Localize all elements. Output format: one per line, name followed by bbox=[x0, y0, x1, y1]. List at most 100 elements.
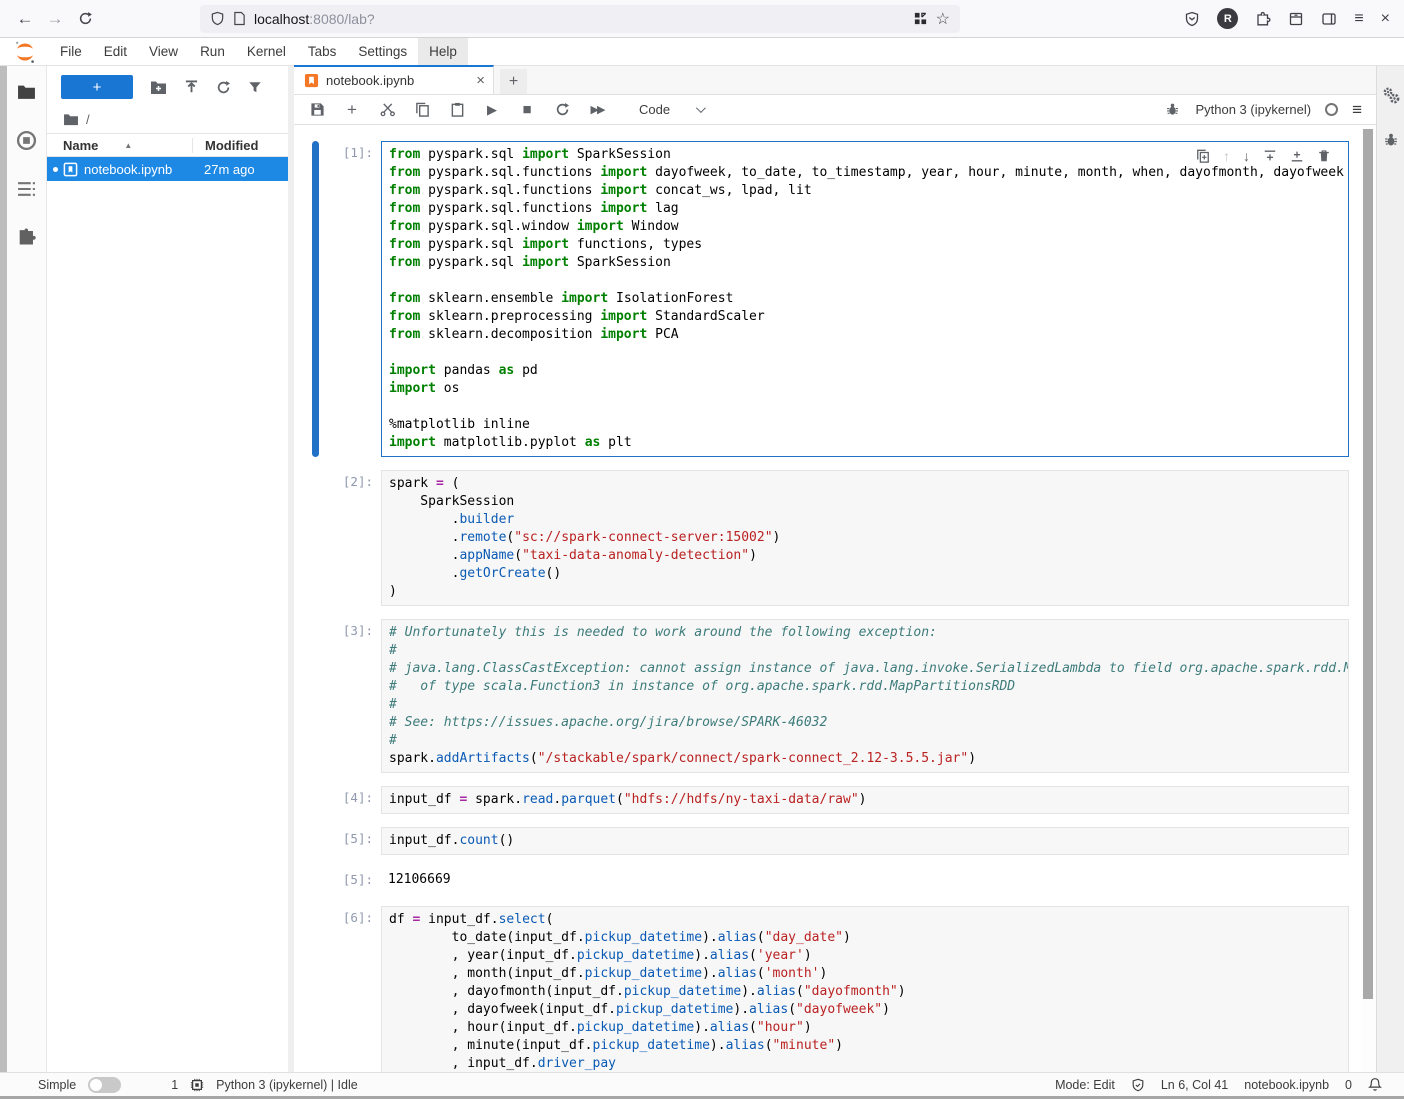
simple-mode-toggle[interactable] bbox=[88, 1077, 121, 1093]
running-kernels-icon[interactable] bbox=[16, 130, 37, 151]
back-icon[interactable]: ← bbox=[10, 5, 40, 33]
file-modified: 27m ago bbox=[192, 162, 288, 177]
forward-icon[interactable]: → bbox=[40, 5, 70, 33]
status-bar: Simple 1 Python 3 (ipykernel) | Idle Mod… bbox=[0, 1072, 1404, 1099]
cell-collapser[interactable] bbox=[312, 906, 319, 1072]
trust-shield-icon[interactable] bbox=[1131, 1078, 1145, 1092]
table-of-contents-icon[interactable] bbox=[17, 181, 36, 197]
cell-collapser[interactable] bbox=[312, 619, 319, 773]
url-bar[interactable]: localhost:8080/lab? ☆ bbox=[200, 5, 960, 33]
save-icon[interactable] bbox=[308, 102, 326, 117]
property-inspector-icon[interactable] bbox=[1382, 86, 1400, 104]
scrollbar-thumb[interactable] bbox=[1363, 129, 1373, 999]
tab-notebook[interactable]: notebook.ipynb × bbox=[294, 65, 494, 94]
cell-output: 12106669 bbox=[381, 868, 1349, 893]
new-folder-icon[interactable] bbox=[150, 80, 167, 95]
column-header-name[interactable]: Name▲ bbox=[63, 138, 192, 153]
code-cell: [4]:input_df = spark.read.parquet("hdfs:… bbox=[294, 786, 1361, 814]
activity-bar bbox=[7, 66, 47, 1072]
menu-settings[interactable]: Settings bbox=[347, 38, 418, 66]
menu-help[interactable]: Help bbox=[418, 38, 468, 66]
sort-ascending-icon: ▲ bbox=[124, 141, 132, 150]
extensions-icon[interactable] bbox=[1255, 11, 1271, 27]
tracking-shield-icon[interactable] bbox=[210, 11, 225, 26]
kernel-chip-icon[interactable] bbox=[190, 1078, 204, 1092]
notebook-panel: notebook.ipynb × + + ▶ ■ ▶▶ bbox=[294, 66, 1376, 1072]
move-cell-down-icon[interactable]: ↓ bbox=[1243, 148, 1250, 164]
cell-collapser[interactable] bbox=[312, 827, 319, 855]
code-editor[interactable]: input_df = spark.read.parquet("hdfs://hd… bbox=[381, 786, 1349, 814]
cell-collapser[interactable] bbox=[312, 868, 319, 893]
cursor-position[interactable]: Ln 6, Col 41 bbox=[1161, 1078, 1228, 1092]
grid-arrow-icon[interactable] bbox=[913, 11, 928, 26]
filter-icon[interactable] bbox=[248, 80, 262, 94]
new-launcher-button[interactable]: + bbox=[61, 75, 133, 99]
menu-edit[interactable]: Edit bbox=[93, 38, 138, 66]
tab-close-icon[interactable]: × bbox=[476, 72, 485, 89]
pocket-icon[interactable] bbox=[1184, 11, 1200, 27]
add-cell-icon[interactable]: + bbox=[343, 100, 361, 120]
run-cell-icon[interactable]: ▶ bbox=[483, 102, 501, 118]
restart-kernel-icon[interactable] bbox=[553, 102, 571, 117]
menu-run[interactable]: Run bbox=[189, 38, 236, 66]
close-icon[interactable]: × bbox=[1381, 10, 1390, 28]
menu-kernel[interactable]: Kernel bbox=[236, 38, 297, 66]
kernel-name[interactable]: Python 3 (ipykernel) bbox=[1195, 102, 1311, 117]
debugger-bug-icon[interactable] bbox=[1163, 102, 1181, 117]
new-tab-button[interactable]: + bbox=[500, 69, 527, 94]
execution-count: [4]: bbox=[319, 786, 381, 814]
cell-type-dropdown[interactable]: Code bbox=[639, 102, 703, 117]
refresh-icon[interactable] bbox=[216, 80, 231, 95]
code-editor[interactable]: input_df.count() bbox=[381, 827, 1349, 855]
execution-count: [5]: bbox=[319, 868, 381, 893]
notification-count[interactable]: 0 bbox=[1345, 1078, 1352, 1092]
bell-icon[interactable] bbox=[1368, 1077, 1382, 1092]
code-editor[interactable]: from pyspark.sql import SparkSessionfrom… bbox=[381, 141, 1349, 457]
notebook-menu-icon[interactable]: ≡ bbox=[1352, 100, 1362, 120]
cell-collapser[interactable] bbox=[312, 470, 319, 606]
cell-collapser[interactable] bbox=[312, 786, 319, 814]
file-row-selected[interactable]: notebook.ipynb 27m ago bbox=[47, 157, 288, 181]
kernel-status-text[interactable]: Python 3 (ipykernel) | Idle bbox=[216, 1078, 358, 1092]
menu-file[interactable]: File bbox=[49, 38, 93, 66]
open-file-dot bbox=[53, 167, 58, 172]
cut-cells-icon[interactable] bbox=[378, 102, 396, 117]
url-text[interactable]: localhost:8080/lab? bbox=[254, 11, 905, 27]
restart-run-all-icon[interactable]: ▶▶ bbox=[588, 103, 606, 116]
reload-icon[interactable] bbox=[70, 5, 100, 33]
move-cell-up-icon[interactable]: ↑ bbox=[1223, 148, 1230, 164]
output-area: [5]:12106669 bbox=[294, 868, 1361, 893]
copy-cells-icon[interactable] bbox=[413, 102, 431, 117]
execution-count: [3]: bbox=[319, 619, 381, 773]
file-browser-icon[interactable] bbox=[17, 84, 36, 100]
code-cell: [1]:from pyspark.sql import SparkSession… bbox=[294, 141, 1361, 457]
sidebar-toggle-icon[interactable] bbox=[1321, 11, 1337, 27]
menu-view[interactable]: View bbox=[138, 38, 189, 66]
insert-cell-above-icon[interactable] bbox=[1263, 149, 1277, 163]
code-editor[interactable]: # Unfortunately this is needed to work a… bbox=[381, 619, 1349, 773]
code-editor[interactable]: df = input_df.select( to_date(input_df.p… bbox=[381, 906, 1349, 1072]
container-box-icon[interactable] bbox=[1288, 11, 1304, 27]
delete-cell-icon[interactable] bbox=[1317, 149, 1331, 163]
debugger-sidebar-icon[interactable] bbox=[1383, 132, 1399, 148]
notebook-scrollbar[interactable] bbox=[1361, 125, 1376, 1072]
column-header-modified[interactable]: Modified bbox=[192, 138, 288, 153]
duplicate-cell-icon[interactable] bbox=[1196, 149, 1210, 163]
breadcrumb[interactable]: / bbox=[47, 106, 288, 133]
page-info-icon[interactable] bbox=[233, 11, 246, 26]
mode-indicator[interactable]: Mode: Edit bbox=[1055, 1078, 1115, 1092]
app-menu-icon[interactable]: ≡ bbox=[1354, 10, 1363, 28]
interrupt-kernel-icon[interactable]: ■ bbox=[518, 101, 536, 118]
extension-manager-icon[interactable] bbox=[18, 227, 36, 245]
upload-icon[interactable] bbox=[184, 80, 199, 95]
bookmark-star-icon[interactable]: ☆ bbox=[936, 9, 950, 29]
profile-avatar[interactable]: R bbox=[1217, 8, 1238, 29]
right-sidebar bbox=[1376, 66, 1404, 1072]
menu-tabs[interactable]: Tabs bbox=[297, 38, 348, 66]
paste-cells-icon[interactable] bbox=[448, 102, 466, 117]
code-editor[interactable]: spark = ( SparkSession .builder .remote(… bbox=[381, 470, 1349, 606]
cell-collapser[interactable] bbox=[312, 141, 319, 457]
notebook-tab-icon bbox=[304, 73, 319, 88]
kernel-status-icon[interactable] bbox=[1325, 103, 1338, 116]
insert-cell-below-icon[interactable] bbox=[1290, 149, 1304, 163]
